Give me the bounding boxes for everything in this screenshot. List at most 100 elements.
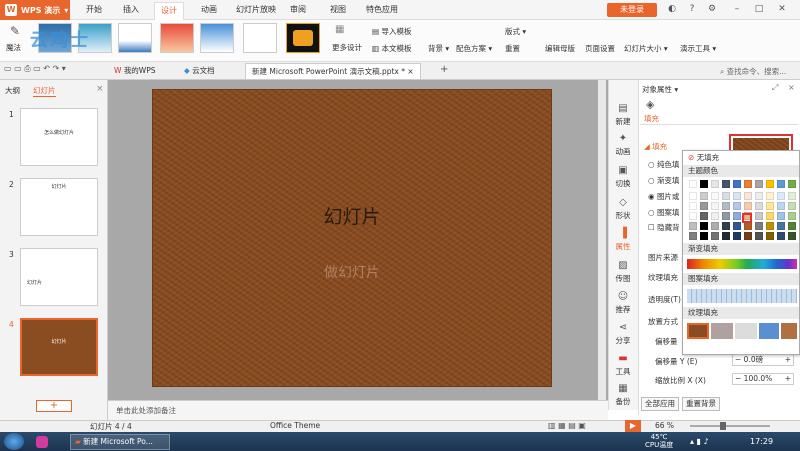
menu-tab-special[interactable]: 特色应用 [360,0,404,20]
close-panel-icon[interactable]: × [96,84,104,94]
vertical-scrollbar[interactable] [598,80,606,400]
theme-color-swatch[interactable] [755,232,763,240]
theme-color-swatch[interactable] [755,202,763,210]
pin-icon[interactable]: ⤢ [772,83,778,93]
help-icon[interactable]: ? [685,2,699,16]
theme-color-swatch[interactable] [788,192,796,200]
theme-color-swatch[interactable] [788,222,796,230]
theme-color-swatch[interactable] [744,232,752,240]
theme-color-swatch[interactable] [777,222,785,230]
theme-color-swatch[interactable] [689,180,697,188]
menu-tab-review[interactable]: 审阅 [284,0,312,20]
side-recommend[interactable]: ☺ 推荐 [608,292,638,315]
reset-button[interactable]: 重置 [505,43,520,54]
theme-color-swatch[interactable] [689,212,697,220]
menu-tab-design[interactable]: 设计 [154,2,184,20]
theme-color-swatch[interactable] [733,232,741,240]
theme-color-swatch[interactable] [777,232,785,240]
theme-color-swatch[interactable] [700,232,708,240]
theme-color-swatch[interactable] [700,212,708,220]
side-animation[interactable]: ✦ 动画 [608,134,638,157]
magic-icon[interactable]: ✎ [7,24,23,38]
login-button[interactable]: 未登录 [607,3,657,17]
theme-color-swatch[interactable] [766,192,774,200]
color-scheme-button[interactable]: 配色方案 ▾ [456,43,492,54]
theme-color-swatch[interactable] [766,212,774,220]
tab-slides[interactable]: 幻灯片 [33,85,56,97]
taskbar-app-wps[interactable]: ▰ 新建 Microsoft Po... [70,434,170,450]
theme-color-swatch[interactable] [788,202,796,210]
theme-color-swatch[interactable] [766,222,774,230]
theme-color-swatch[interactable] [744,202,752,210]
theme-color-swatch[interactable] [766,202,774,210]
scale-x-stepper[interactable]: − 100.0% + [732,373,794,385]
media-app-icon[interactable] [36,436,48,448]
new-tab-icon[interactable]: + [440,64,448,75]
notes-area[interactable] [108,400,608,420]
slide-thumbnail-2[interactable]: 幻灯片 [20,178,98,236]
texture-swatch-cork[interactable] [781,323,797,339]
slide-subtitle[interactable]: 做幻灯片 [152,262,552,282]
menu-tab-animation[interactable]: 动画 [195,0,223,20]
theme-color-swatch[interactable] [755,222,763,230]
theme-color-swatch[interactable] [755,192,763,200]
offset-y-stepper[interactable]: − 0.0磅 + [732,354,794,366]
presentation-tools-button[interactable]: 演示工具 ▾ [680,43,716,54]
side-properties[interactable]: ▐ 属性 [608,229,638,252]
slide-title[interactable]: 幻灯片 [152,202,552,229]
side-share[interactable]: ⋖ 分享 [608,323,638,346]
close-icon[interactable]: ✕ [775,2,789,16]
design-template-5[interactable] [200,23,234,53]
apply-all-button[interactable]: 全部应用 [641,397,679,411]
theme-color-swatch[interactable] [755,212,763,220]
texture-swatch-paper[interactable] [735,323,757,339]
design-template-3[interactable] [118,23,152,53]
magic-label[interactable]: 魔法 [6,42,21,53]
theme-color-swatch[interactable] [722,212,730,220]
pattern-swatches[interactable] [683,285,799,307]
menu-tab-view[interactable]: 视图 [324,0,352,20]
zoom-slider[interactable] [690,422,770,430]
theme-color-swatch[interactable] [689,192,697,200]
side-backup[interactable]: ▦ 备份 [608,384,638,407]
wps-menu-button[interactable]: W WPS 演示 ▾ [0,0,70,20]
theme-color-swatch[interactable] [733,180,741,188]
zoom-slider-handle[interactable] [720,422,726,430]
slide-canvas[interactable] [152,89,552,387]
texture-swatch-granite[interactable] [711,323,733,339]
theme-color-swatch[interactable] [777,212,785,220]
more-design-label[interactable]: 更多设计 [332,42,362,53]
theme-color-swatch[interactable] [722,232,730,240]
quick-access-toolbar[interactable]: ▭ ▭ ⎙ ▭ ↶ ↷ ▾ [4,64,66,74]
theme-color-swatch[interactable] [711,232,719,240]
radio-picture-fill[interactable]: ◉ 图片或 [648,191,679,202]
theme-color-swatch[interactable] [777,202,785,210]
settings-icon[interactable]: ⚙ [705,2,719,16]
skin-icon[interactable]: ◐ [665,2,679,16]
play-slideshow-icon[interactable]: ▶ [625,420,641,432]
theme-color-swatch[interactable] [744,222,752,230]
theme-color-swatch[interactable] [700,222,708,230]
theme-color-swatch[interactable] [711,202,719,210]
side-transition[interactable]: ▣ 切换 [608,166,638,189]
maximize-icon[interactable]: □ [752,2,766,16]
add-slide-button[interactable]: + [36,400,72,412]
side-shape[interactable]: ◇ 形状 [608,198,638,221]
radio-gradient-fill[interactable]: ○ 渐变填 [648,175,679,186]
tab-cloud-docs[interactable]: ◆ 云文档 [178,63,221,79]
theme-color-swatch[interactable] [788,180,796,188]
panel-close-icon[interactable]: × [788,83,795,92]
tab-my-wps[interactable]: W 我的WPS [108,63,162,79]
theme-color-swatch[interactable] [788,232,796,240]
search-command[interactable]: ⌕ 查找命令、搜索... [720,66,786,77]
theme-color-swatch[interactable] [722,180,730,188]
texture-swatch-water[interactable] [759,323,779,339]
radio-solid-fill[interactable]: ○ 纯色填 [648,159,679,170]
theme-color-swatch[interactable] [700,192,708,200]
hide-background-checkbox[interactable]: ☐ 隐藏背 [648,222,680,233]
theme-color-swatch[interactable] [711,180,719,188]
theme-color-swatch[interactable] [689,232,697,240]
texture-swatch-wood[interactable] [687,323,709,339]
theme-color-swatch[interactable] [689,202,697,210]
theme-color-swatch[interactable] [733,202,741,210]
